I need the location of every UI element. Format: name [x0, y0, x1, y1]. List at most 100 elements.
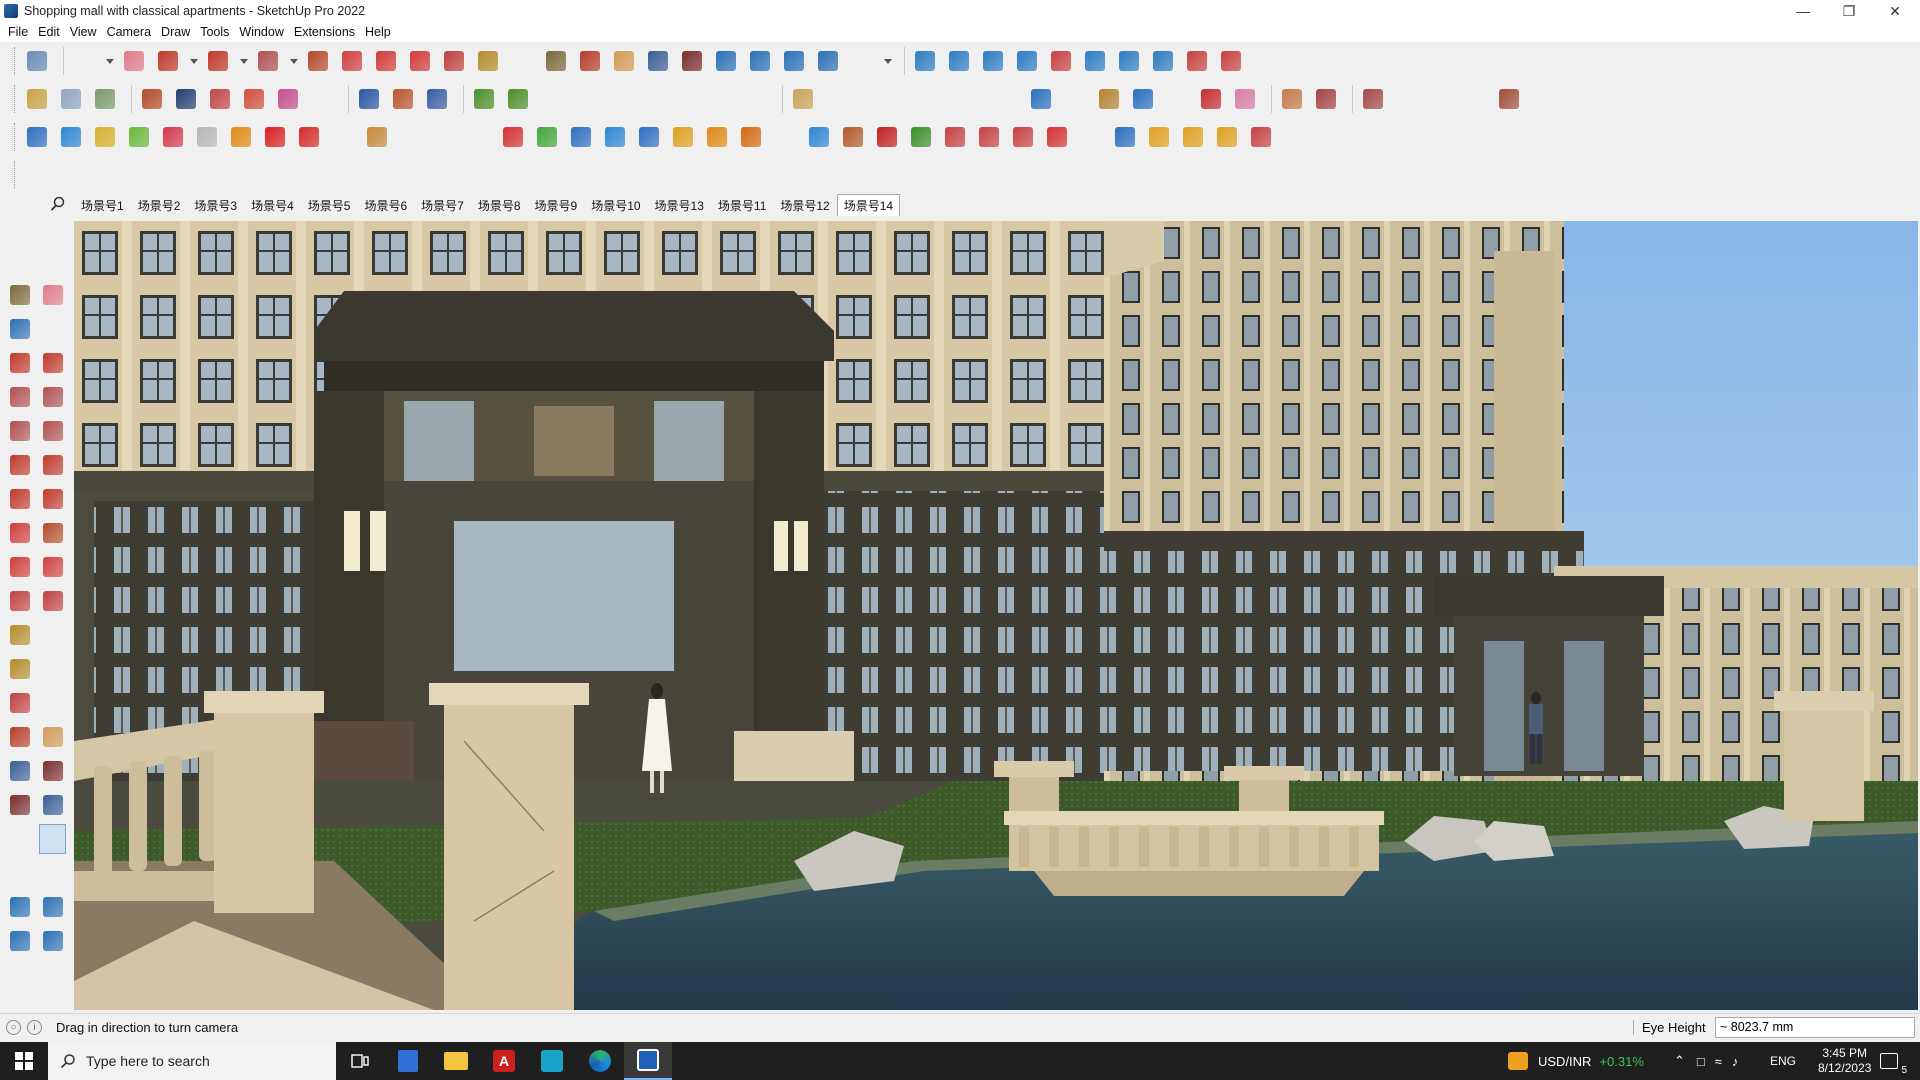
- grid-yellow-button[interactable]: [1145, 122, 1173, 152]
- close-button[interactable]: ✕: [1872, 0, 1918, 22]
- dimension-tool[interactable]: [39, 620, 66, 650]
- house-ext-button[interactable]: [635, 122, 663, 152]
- shaded-button[interactable]: [274, 84, 302, 114]
- zoom-button[interactable]: [23, 46, 51, 76]
- taskbar-app-3[interactable]: [528, 1042, 576, 1080]
- rotate-3d-tool[interactable]: [39, 246, 66, 276]
- plane5-button[interactable]: [193, 122, 221, 152]
- scene-search-icon[interactable]: [50, 196, 66, 212]
- three-point-arc-tool[interactable]: [6, 484, 33, 514]
- dropdown-arrow-button[interactable]: [104, 46, 116, 76]
- dashed-circle-button[interactable]: [1281, 122, 1309, 152]
- grid-yellow2-button[interactable]: [1179, 122, 1207, 152]
- menu-help[interactable]: Help: [363, 25, 399, 39]
- ext-shape3-button[interactable]: [1163, 84, 1191, 114]
- bucket-button[interactable]: [839, 122, 867, 152]
- tag-tool[interactable]: [39, 314, 66, 344]
- rows-button[interactable]: [295, 122, 323, 152]
- pan-tool[interactable]: [39, 722, 66, 752]
- info-icon[interactable]: i: [27, 1020, 42, 1035]
- arc-tool[interactable]: [6, 450, 33, 480]
- ext-frame-button[interactable]: [1461, 84, 1489, 114]
- protractor-tool[interactable]: [6, 654, 33, 684]
- menu-edit[interactable]: Edit: [36, 25, 68, 39]
- sandbox-contours-button[interactable]: [504, 84, 532, 114]
- pie-tool[interactable]: [39, 484, 66, 514]
- scene-tab[interactable]: 场景号6: [357, 194, 414, 217]
- previous-view-tool[interactable]: [39, 790, 66, 820]
- rectangle-tool[interactable]: [6, 382, 33, 412]
- section-cut-button[interactable]: [423, 84, 451, 114]
- components-tool[interactable]: [6, 892, 33, 922]
- scale-button[interactable]: [440, 46, 468, 76]
- orbit-button[interactable]: [576, 46, 604, 76]
- box-button[interactable]: [363, 122, 391, 152]
- loop3-button[interactable]: [771, 122, 799, 152]
- ext-grid-button[interactable]: [1312, 84, 1340, 114]
- measurements-input[interactable]: ~ 8023.7 mm: [1715, 1017, 1915, 1038]
- corner2-button[interactable]: [363, 160, 391, 190]
- section-plane-button[interactable]: [389, 84, 417, 114]
- line-button[interactable]: [154, 46, 182, 76]
- taskbar-search[interactable]: Type here to search: [48, 1042, 336, 1080]
- toolbar-grip[interactable]: [14, 85, 17, 113]
- eraser-button[interactable]: [120, 46, 148, 76]
- wave-button[interactable]: [635, 160, 663, 190]
- scene-tab[interactable]: 场景号12: [773, 194, 836, 217]
- hook-button[interactable]: [227, 160, 255, 190]
- outliner-tool[interactable]: [39, 926, 66, 956]
- textured-button[interactable]: [308, 84, 336, 114]
- scene-tab[interactable]: 场景号9: [528, 194, 585, 217]
- green-group-button[interactable]: [907, 122, 935, 152]
- paint-bucket-button[interactable]: [542, 46, 570, 76]
- select-tool[interactable]: [6, 246, 33, 276]
- scene-tab[interactable]: 场景号7: [414, 194, 471, 217]
- shell-button[interactable]: [1213, 160, 1241, 190]
- plane4-button[interactable]: [159, 122, 187, 152]
- warning-button[interactable]: [669, 122, 697, 152]
- taskbar-acrobat[interactable]: A: [480, 1042, 528, 1080]
- monochrome-button[interactable]: [355, 84, 383, 114]
- look-around-tool[interactable]: [38, 824, 66, 854]
- stripes-button[interactable]: [907, 160, 935, 190]
- menu-draw[interactable]: Draw: [159, 25, 198, 39]
- redo-button[interactable]: [1183, 46, 1211, 76]
- ext-mirror-button[interactable]: [1115, 46, 1143, 76]
- eraser-tool[interactable]: [39, 280, 66, 310]
- skis-button[interactable]: [771, 160, 799, 190]
- restore-button[interactable]: ❐: [1826, 0, 1872, 22]
- geolocation-icon[interactable]: ○: [6, 1020, 21, 1035]
- twig-button[interactable]: [805, 160, 833, 190]
- ext-bezier-button[interactable]: [1095, 84, 1123, 114]
- make-component-tool[interactable]: [6, 314, 33, 344]
- rotated-rectangle-tool[interactable]: [39, 382, 66, 412]
- red-flip-button[interactable]: [941, 122, 969, 152]
- ext-pencil-button[interactable]: [823, 84, 851, 114]
- zoom-window-tool[interactable]: [39, 756, 66, 786]
- pan-button[interactable]: [610, 46, 638, 76]
- text-tool[interactable]: [39, 654, 66, 684]
- ext-slab-button[interactable]: [1495, 84, 1523, 114]
- dropdown-arrow-button[interactable]: [882, 46, 894, 76]
- qr-button[interactable]: [1315, 122, 1343, 152]
- scene-tab[interactable]: 场景号11: [711, 194, 773, 217]
- chain-button[interactable]: [397, 122, 425, 152]
- loop2-button[interactable]: [737, 122, 765, 152]
- fence-button[interactable]: [1009, 160, 1037, 190]
- ext-align-button[interactable]: [1013, 46, 1041, 76]
- menu-tools[interactable]: Tools: [198, 25, 237, 39]
- grid-yellow3-button[interactable]: [1213, 122, 1241, 152]
- position-camera-tool[interactable]: [6, 824, 33, 854]
- two-point-arc-tool[interactable]: [39, 450, 66, 480]
- dropdown-arrow-button[interactable]: [188, 46, 200, 76]
- ext-polygon-button[interactable]: [925, 84, 953, 114]
- bridge-button[interactable]: [533, 160, 561, 190]
- zoom-window-button[interactable]: [644, 46, 672, 76]
- knot-button[interactable]: [295, 160, 323, 190]
- toolbar-grip[interactable]: [14, 47, 17, 75]
- layers-button[interactable]: [746, 46, 774, 76]
- window-button[interactable]: [1111, 122, 1139, 152]
- loop-red-button[interactable]: [465, 160, 493, 190]
- freehand-tool[interactable]: [39, 348, 66, 378]
- stairs-button[interactable]: [703, 160, 731, 190]
